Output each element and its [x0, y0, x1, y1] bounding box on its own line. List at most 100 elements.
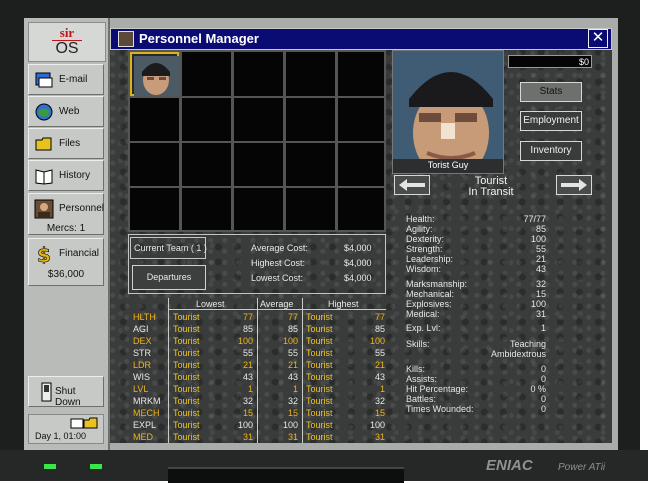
departures-button[interactable]: Departures [132, 265, 206, 290]
title-bar[interactable]: Personnel Manager [110, 28, 612, 50]
average-value: 1 [292, 384, 298, 394]
personnel-window-icon [118, 31, 134, 47]
sidebar-item-label: Personnel [59, 203, 105, 214]
average-value: 55 [287, 348, 298, 358]
shutdown-button[interactable]: Shut Down [28, 376, 104, 408]
lowest-cost-value: $4,000 [344, 273, 372, 283]
merc-slot[interactable] [182, 52, 231, 96]
stat-abbrev: MED [133, 432, 153, 442]
arrow-left-icon [399, 179, 425, 191]
book-icon [35, 169, 53, 185]
merc-slot[interactable] [182, 143, 231, 186]
highest-cost-value: $4,000 [344, 258, 372, 268]
merc-portrait-thumbnail [134, 56, 179, 96]
merc-slot[interactable] [234, 52, 283, 96]
mail-folder-icon [70, 417, 98, 429]
balance: $36,000 [47, 269, 85, 280]
attr-label: Assists: [406, 374, 438, 384]
merc-slot-selected[interactable] [130, 52, 179, 96]
next-merc-button[interactable] [556, 175, 592, 195]
attr-label: Wisdom: [406, 264, 442, 274]
merc-slot[interactable] [130, 188, 179, 230]
portrait-caption: Torist Guy [427, 160, 469, 170]
attr-label: Health: [406, 214, 435, 224]
merc-slot[interactable] [286, 143, 335, 186]
merc-slot[interactable] [234, 143, 283, 186]
stat-abbrev: EXPL [133, 420, 157, 430]
merc-status: In Transit [468, 186, 514, 198]
attr-value: 31 [535, 309, 546, 319]
highest-value: 100 [369, 336, 385, 346]
merc-slot[interactable] [130, 98, 179, 141]
merc-slot[interactable] [234, 98, 283, 141]
lowest-value: 43 [242, 372, 253, 382]
stat-abbrev: MECH [133, 408, 160, 418]
lowest-merc-name: Tourist [173, 408, 200, 418]
merc-slot[interactable] [286, 52, 335, 96]
highest-value: 15 [374, 408, 385, 418]
sidebar-item-email[interactable]: E-mail [28, 64, 104, 95]
sidebar-item-web[interactable]: Web [28, 96, 104, 127]
highest-value: 32 [374, 396, 385, 406]
merc-money: $0 [508, 55, 592, 68]
lowest-merc-name: Tourist [173, 348, 200, 358]
divider [257, 298, 258, 443]
stat-abbrev: HLTH [133, 312, 156, 322]
average-value: 100 [282, 420, 298, 430]
stat-abbrev: DEX [133, 336, 152, 346]
highest-merc-name: Tourist [306, 408, 333, 418]
employment-button[interactable]: Employment [520, 111, 582, 131]
sidebar-item-label: E-mail [59, 74, 88, 85]
stat-abbrev: MRKM [133, 396, 161, 406]
merc-slot[interactable] [338, 98, 384, 141]
stat-abbrev: LVL [133, 384, 149, 394]
attr-label: Battles: [406, 394, 437, 404]
attr-value: 100 [530, 299, 546, 309]
lowest-value: 55 [242, 348, 253, 358]
merc-slot[interactable] [234, 188, 283, 230]
lowest-value: 1 [247, 384, 253, 394]
attr-label: Marksmanship: [406, 279, 468, 289]
divider [168, 298, 169, 443]
inventory-button[interactable]: Inventory [520, 141, 582, 161]
lowest-cost-label: Lowest Cost: [251, 273, 304, 283]
sidebar-item-history[interactable]: History [28, 160, 104, 191]
merc-slot[interactable] [286, 98, 335, 141]
attr-label: Medical: [406, 309, 440, 319]
sidebar-item-label: Financial [59, 248, 100, 259]
highest-value: 55 [374, 348, 385, 358]
date-time: Day 1, 01:00 [35, 431, 87, 441]
close-button[interactable]: ✕ [588, 29, 608, 48]
highest-value: 21 [374, 360, 385, 370]
merc-slot[interactable] [130, 143, 179, 186]
date-time-panel: Day 1, 01:00 [28, 414, 104, 444]
sidebar-item-files[interactable]: Files [28, 128, 104, 159]
attr-value: 43 [535, 264, 546, 274]
attr-value: 77/77 [523, 214, 546, 224]
col-header-highest: Highest [328, 299, 359, 309]
stats-button[interactable]: Stats [520, 82, 582, 102]
lowest-value: 32 [242, 396, 253, 406]
merc-slot[interactable] [182, 98, 231, 141]
highest-merc-name: Tourist [306, 384, 333, 394]
drive-led [90, 464, 102, 469]
merc-slot[interactable] [338, 52, 384, 96]
sir-os-logo: sir OS [28, 22, 106, 62]
merc-slot[interactable] [182, 188, 231, 230]
skill-value: Ambidextrous [490, 349, 546, 359]
divider [302, 298, 303, 443]
average-cost-label: Average Cost: [251, 243, 308, 253]
merc-slot[interactable] [286, 188, 335, 230]
average-value: 32 [287, 396, 298, 406]
sidebar-item-label: Web [59, 106, 80, 117]
lowest-merc-name: Tourist [173, 432, 200, 442]
merc-slot[interactable] [338, 188, 384, 230]
merc-slot[interactable] [338, 143, 384, 186]
highest-cost-label: Highest Cost: [251, 258, 306, 268]
previous-merc-button[interactable] [394, 175, 430, 195]
attr-label: Agility: [406, 224, 433, 234]
merc-portrait [392, 50, 504, 174]
sidebar-item-financial[interactable]: $ Financial $36,000 [28, 238, 104, 286]
highest-value: 1 [379, 384, 385, 394]
sidebar-item-personnel[interactable]: Personnel Mercs: 1 [28, 193, 104, 235]
